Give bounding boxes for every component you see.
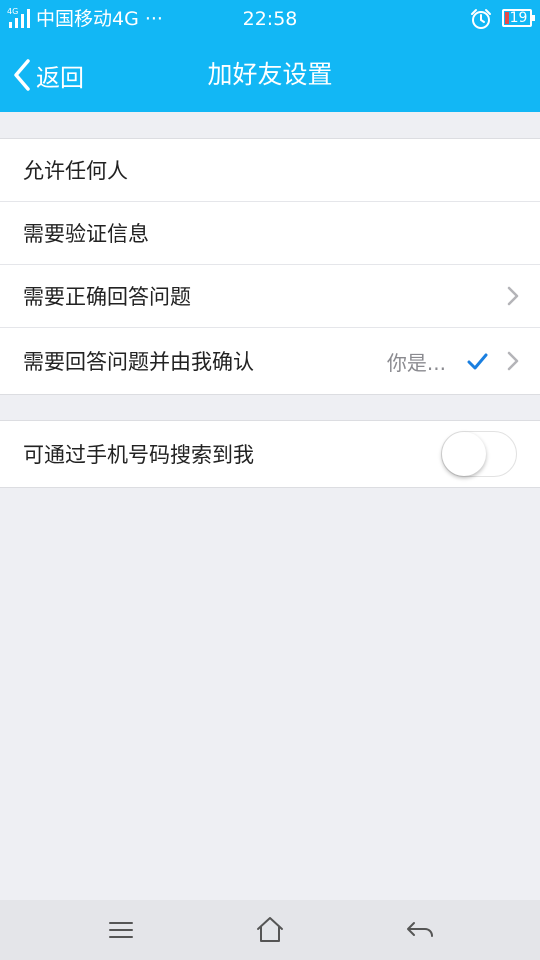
phone-search-row: 可通过手机号码搜索到我 [0,421,540,487]
phone-search-group: 可通过手机号码搜索到我 [0,420,540,488]
battery-icon: 19 [502,9,535,27]
friend-verification-options: 允许任何人 需要验证信息 需要正确回答问题 需要回答问题并由我确认 你是... [0,138,540,395]
toggle-knob [442,432,486,476]
page-title: 加好友设置 [207,60,333,89]
chevron-right-icon [507,286,519,306]
battery-percent: 19 [509,10,528,26]
option-label: 需要回答问题并由我确认 [23,350,254,374]
alarm-icon [471,9,491,29]
option-label: 需要验证信息 [23,222,149,246]
option-label: 允许任何人 [23,159,128,183]
system-nav-bar [0,900,540,960]
home-icon[interactable] [253,913,287,947]
option-allow-anyone[interactable]: 允许任何人 [0,139,540,201]
chevron-right-icon [507,351,519,371]
option-label: 需要正确回答问题 [23,285,191,309]
battery-nub [532,15,535,21]
back-arrow-icon[interactable] [403,913,437,947]
phone-search-toggle[interactable] [441,431,517,477]
clock: 22:58 [242,8,298,30]
nav-bar: 返回 加好友设置 [0,38,540,112]
checkmark-icon [467,353,488,370]
menu-icon[interactable] [104,913,138,947]
status-bar: 4G 中国移动4G ··· 22:58 19 [0,0,540,38]
option-require-correct-answer[interactable]: 需要正确回答问题 [0,264,540,327]
option-require-verification[interactable]: 需要验证信息 [0,201,540,264]
phone-search-label: 可通过手机号码搜索到我 [23,443,254,467]
question-preview: 你是... [386,350,446,375]
option-answer-and-confirm[interactable]: 需要回答问题并由我确认 你是... [0,327,540,394]
